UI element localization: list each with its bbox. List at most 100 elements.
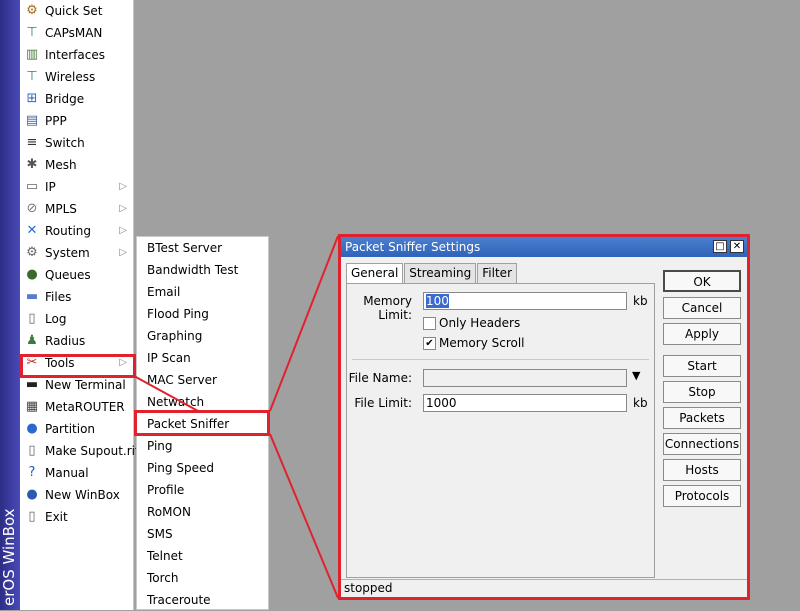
files-icon: ▬ [25, 289, 39, 304]
submenu-item-flood-ping[interactable]: Flood Ping [137, 303, 268, 325]
log-icon: ▯ [28, 311, 36, 326]
start-button[interactable]: Start [663, 355, 741, 377]
menu-item-label: Manual [45, 466, 89, 480]
memory-limit-input[interactable]: 100 [423, 292, 627, 310]
quick-set-icon: ⚙ [26, 3, 38, 18]
menu-item-routing[interactable]: ✕ Routing ▷ [20, 220, 133, 242]
submenu-item-ip-scan[interactable]: IP Scan [137, 347, 268, 369]
menu-item-ppp[interactable]: ▤ PPP [20, 110, 133, 132]
menu-item-ip[interactable]: ▭ IP ▷ [20, 176, 133, 198]
menu-item-label: Exit [45, 510, 68, 524]
status-text: stopped [344, 581, 393, 595]
submenu-arrow-icon: ▷ [119, 225, 127, 236]
submenu-item-traceroute[interactable]: Traceroute [137, 589, 268, 611]
menu-item-quick-set[interactable]: ⚙ Quick Set [20, 0, 133, 22]
file-limit-label: File Limit: [354, 396, 412, 410]
tab-filter[interactable]: Filter [477, 263, 517, 283]
status-bar: stopped [341, 579, 747, 597]
menu-item-label: New Terminal [45, 378, 126, 392]
menu-item-new-winbox[interactable]: ● New WinBox [20, 484, 133, 506]
menu-item-label: MetaROUTER [45, 400, 125, 414]
submenu-arrow-icon: ▷ [119, 203, 127, 214]
submenu-item-btest-server[interactable]: BTest Server [137, 237, 268, 259]
submenu-item-bandwidth-test[interactable]: Bandwidth Test [137, 259, 268, 281]
menu-item-label: Interfaces [45, 48, 105, 62]
menu-item-metarouter[interactable]: ▦ MetaROUTER [20, 396, 133, 418]
interfaces-icon: ▥ [25, 47, 39, 62]
submenu-item-graphing[interactable]: Graphing [137, 325, 268, 347]
packets-button[interactable]: Packets [663, 407, 741, 429]
file-limit-input[interactable]: 1000 [423, 394, 627, 412]
memory-scroll-checkbox[interactable]: ✔ [423, 337, 436, 350]
menu-item-radius[interactable]: ♟ Radius [20, 330, 133, 352]
menu-item-mesh[interactable]: ✱ Mesh [20, 154, 133, 176]
submenu-item-sms[interactable]: SMS [137, 523, 268, 545]
general-panel: Memory Limit: 100 kb Only Headers ✔ Memo… [346, 283, 655, 578]
tools-highlight-box [20, 354, 136, 378]
submenu-item-ping-speed[interactable]: Ping Speed [137, 457, 268, 479]
menu-item-label: Switch [45, 136, 85, 150]
supout-icon: ▯ [28, 443, 36, 458]
submenu-arrow-icon: ▷ [119, 181, 127, 192]
only-headers-label: Only Headers [439, 316, 521, 330]
menu-item-interfaces[interactable]: ▥ Interfaces [20, 44, 133, 66]
packet-sniffer-highlight-box [134, 410, 270, 436]
tab-general[interactable]: General [346, 263, 404, 284]
ok-button[interactable]: OK [663, 270, 741, 292]
capsman-icon: ⊤ [26, 25, 38, 40]
menu-item-label: Routing [45, 224, 92, 238]
file-name-input[interactable] [423, 369, 627, 387]
memory-limit-value: 100 [426, 294, 449, 308]
menu-item-log[interactable]: ▯ Log [20, 308, 133, 330]
submenu-item-ping[interactable]: Ping [137, 435, 268, 457]
menu-item-label: Make Supout.rif [45, 444, 140, 458]
submenu-item-profile[interactable]: Profile [137, 479, 268, 501]
hosts-button[interactable]: Hosts [663, 459, 741, 481]
menu-item-exit[interactable]: ▯ Exit [20, 506, 133, 528]
menu-item-wireless[interactable]: ⊤ Wireless [20, 66, 133, 88]
dropdown-arrow-icon[interactable]: ▼ [632, 369, 640, 382]
switch-icon: ≡ [26, 135, 38, 150]
menu-item-make-supout-rif[interactable]: ▯ Make Supout.rif [20, 440, 139, 462]
metarouter-icon: ▦ [25, 399, 39, 414]
menu-item-label: PPP [45, 114, 67, 128]
menu-item-mpls[interactable]: ⊘ MPLS ▷ [20, 198, 133, 220]
maximize-icon[interactable]: □ [713, 240, 727, 253]
submenu-item-email[interactable]: Email [137, 281, 268, 303]
bridge-icon: ⊞ [26, 91, 38, 106]
tab-streaming[interactable]: Streaming [404, 263, 477, 283]
submenu-item-torch[interactable]: Torch [137, 567, 268, 589]
menu-item-manual[interactable]: ? Manual [20, 462, 133, 484]
menu-item-bridge[interactable]: ⊞ Bridge [20, 88, 133, 110]
menu-item-label: CAPsMAN [45, 26, 103, 40]
connector-sniffer-to-dialog-top [269, 235, 339, 412]
menu-item-capsman[interactable]: ⊤ CAPsMAN [20, 22, 133, 44]
menu-item-files[interactable]: ▬ Files [20, 286, 133, 308]
close-icon[interactable]: ✕ [730, 240, 744, 253]
dialog-tabs: General Streaming Filter [346, 263, 518, 284]
protocols-button[interactable]: Protocols [663, 485, 741, 507]
only-headers-checkbox[interactable] [423, 317, 436, 330]
menu-item-switch[interactable]: ≡ Switch [20, 132, 133, 154]
connections-button[interactable]: Connections [663, 433, 741, 455]
manual-icon: ? [28, 465, 36, 480]
menu-item-system[interactable]: ⚙ System ▷ [20, 242, 133, 264]
connector-sniffer-to-dialog-bottom [269, 433, 339, 599]
menu-item-label: Wireless [45, 70, 96, 84]
menu-item-label: System [45, 246, 90, 260]
dialog-title-bar[interactable]: Packet Sniffer Settings □ ✕ [341, 237, 747, 257]
menu-item-label: Quick Set [45, 4, 103, 18]
menu-item-label: Queues [45, 268, 91, 282]
submenu-item-mac-server[interactable]: MAC Server [137, 369, 268, 391]
ip-icon: ▭ [25, 179, 39, 194]
submenu-item-telnet[interactable]: Telnet [137, 545, 268, 567]
apply-button[interactable]: Apply [663, 323, 741, 345]
submenu-item-romon[interactable]: RoMON [137, 501, 268, 523]
stop-button[interactable]: Stop [663, 381, 741, 403]
menu-item-label: Partition [45, 422, 96, 436]
cancel-button[interactable]: Cancel [663, 297, 741, 319]
ppp-icon: ▤ [25, 113, 39, 128]
menu-item-partition[interactable]: ● Partition [20, 418, 133, 440]
menu-item-queues[interactable]: ● Queues [20, 264, 133, 286]
menu-item-label: MPLS [45, 202, 77, 216]
